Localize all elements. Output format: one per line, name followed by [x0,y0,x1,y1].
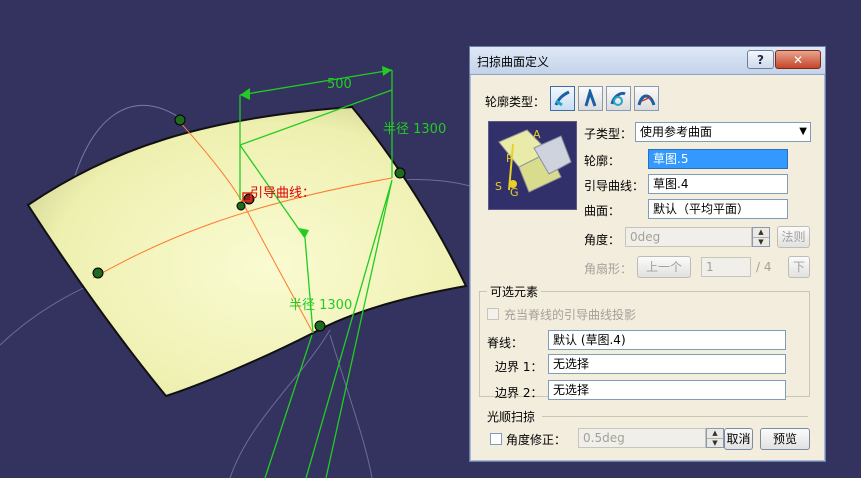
profile-type-line[interactable] [578,86,603,111]
sweep-preview-image: A P S G [488,121,577,210]
angle-label: 角度： [584,233,621,247]
surface-label: 曲面： [584,204,621,218]
close-button[interactable]: ✕ [775,50,821,69]
preview-letter-s: S [495,180,502,193]
dialog-title: 扫掠曲面定义 [477,55,550,69]
cancel-button[interactable]: 取消 [724,428,753,450]
profile-label: 轮廓： [584,154,621,168]
previous-sector-button[interactable]: 上一个 [637,256,691,278]
explicit-profile-icon [554,90,570,107]
law-button[interactable]: 法则 [777,226,810,248]
angle-spinner[interactable]: ▲ ▼ [752,227,770,247]
radius-label-bottom[interactable]: 半径 1300 [289,294,352,313]
subtype-label: 子类型： [584,127,633,141]
angle-correction-spinner[interactable]: ▲ ▼ [706,428,724,448]
construction-arc [399,178,471,187]
radius-label-top[interactable]: 半径 1300 [383,118,446,137]
point-marker[interactable] [314,320,326,332]
sector-label: 角扇形： [584,262,633,276]
preview-button[interactable]: 预览 [760,428,810,450]
profile-field[interactable]: 草图.5 [648,149,788,169]
guide-curve-field[interactable]: 草图.4 [648,174,788,194]
help-button[interactable]: ? [747,50,774,69]
preview-letter-g: G [510,186,519,199]
surface-field[interactable]: 默认（平均平面） [648,199,788,219]
swept-surface[interactable] [26,105,468,398]
profile-type-explicit[interactable] [550,86,575,111]
dimension-arrow [240,88,250,100]
sweep-definition-dialog: 扫掠曲面定义 ? ✕ 轮廓类型： A P S G 子类型： 使用参考曲面 ▼ 轮… [469,46,826,462]
spine-field[interactable]: 默认 (草图.4) [548,330,786,350]
projection-checkbox[interactable] [487,308,499,320]
subtype-value: 使用参考曲面 [640,125,713,139]
profile-type-circle[interactable] [606,86,631,111]
smooth-sweep-section: 光顺扫掠 [487,410,536,424]
spine-label: 脊线： [487,336,524,350]
angle-correction-field[interactable]: 0.5deg [578,428,706,448]
circle-profile-icon [610,91,626,106]
conic-profile-icon [637,94,656,106]
sector-total: / 4 [756,260,772,274]
boundary-1-label: 边界 1： [495,360,543,374]
profile-type-label: 轮廓类型： [485,95,546,109]
line-profile-icon [584,89,597,107]
optional-elements-title: 可选元素 [487,283,542,300]
boundary-2-label: 边界 2： [495,386,543,400]
preview-letter-p: P [506,152,513,165]
point-marker[interactable] [92,267,104,279]
section-divider [542,416,808,417]
dimension-label-500[interactable]: 500 [327,77,352,92]
angle-field[interactable]: 0deg [625,227,752,247]
dimension-arrow [382,66,392,76]
angle-correction-checkbox[interactable] [490,433,502,445]
point-marker[interactable] [174,114,186,126]
boundary-1-field[interactable]: 无选择 [548,354,786,374]
guide-curve-tag: 引导曲线： [250,186,316,201]
guide-curve-label: 引导曲线： [584,179,645,193]
preview-letter-a: A [533,128,541,141]
point-marker[interactable] [394,167,406,179]
dialog-titlebar[interactable]: 扫掠曲面定义 ? ✕ [470,47,825,75]
next-sector-button[interactable]: 下 [788,256,810,278]
angle-correction-label: 角度修正： [506,433,567,447]
projection-label: 充当脊线的引导曲线投影 [504,308,637,322]
profile-type-conic[interactable] [634,86,659,111]
subtype-select[interactable]: 使用参考曲面 ▼ [635,122,811,142]
construction-arc [329,334,373,478]
sector-field[interactable]: 1 [701,257,751,277]
boundary-2-field[interactable]: 无选择 [548,380,786,400]
chevron-down-icon: ▼ [799,126,807,137]
point-marker[interactable] [236,201,246,211]
